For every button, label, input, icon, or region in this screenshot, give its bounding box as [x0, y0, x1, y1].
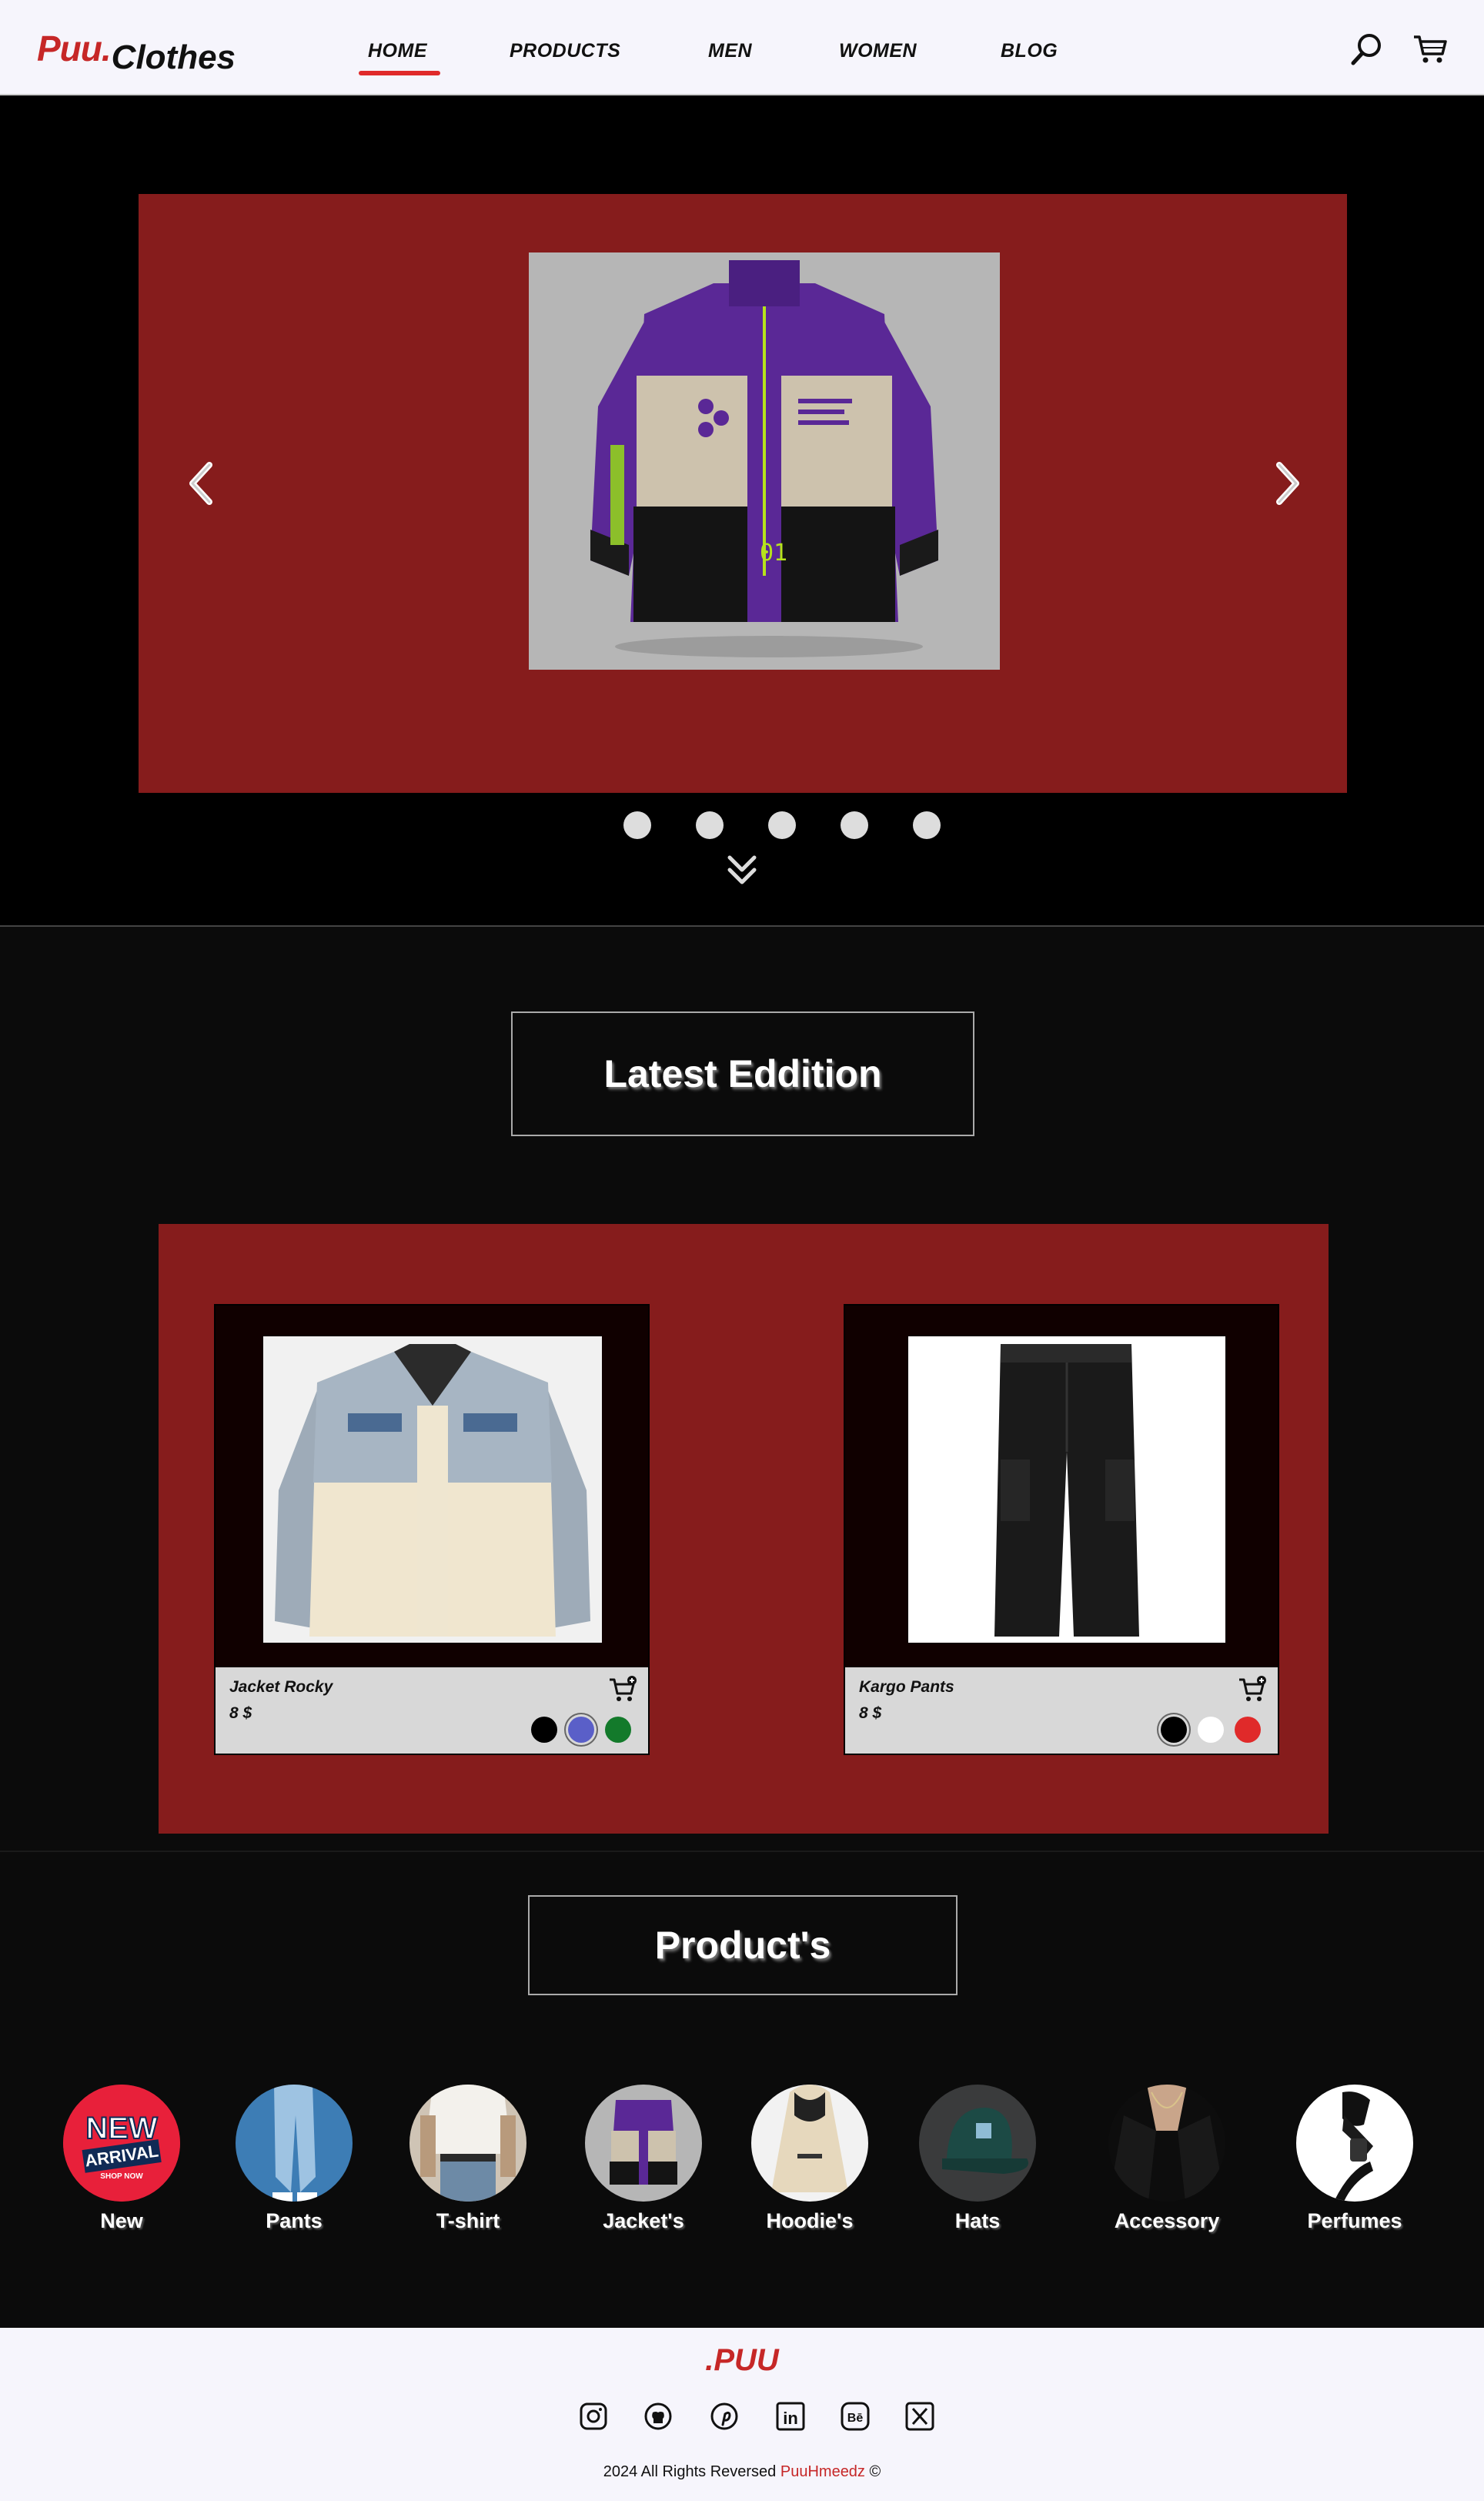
color-swatch-black[interactable]: [531, 1717, 557, 1743]
product-name[interactable]: Jacket Rocky: [229, 1678, 333, 1697]
carousel-dot-4[interactable]: [768, 811, 796, 839]
search-icon[interactable]: [1349, 31, 1385, 68]
copyright: 2024 All Rights Reversed PuuHmeedz ©: [0, 2463, 1484, 2481]
svg-text:Bē: Bē: [847, 2412, 864, 2425]
color-swatch-red[interactable]: [1235, 1717, 1261, 1743]
pants-image: [236, 2085, 353, 2202]
products-title: Product's: [654, 1924, 831, 1967]
product-image[interactable]: [908, 1336, 1225, 1643]
nav-women[interactable]: WOMEN: [839, 40, 917, 62]
copyright-text: 2024 All Rights Reversed: [603, 2463, 780, 2480]
carousel-dot-5[interactable]: [841, 811, 868, 839]
new-arrival-icon: NEW ARRIVAL SHOP NOW: [63, 2085, 180, 2202]
navbar: Puu.Clothes HOME PRODUCTS MEN WOMEN BLOG: [0, 0, 1484, 95]
product-card-jacket-rocky[interactable]: Jacket Rocky 8 $: [214, 1304, 650, 1755]
instagram-icon[interactable]: [577, 2400, 610, 2432]
color-swatch-black[interactable]: [1161, 1717, 1187, 1743]
category-label: Pants: [266, 2209, 323, 2232]
category-jackets[interactable]: Jacket's: [574, 2085, 713, 2233]
latest-title-box: Latest Eddition: [511, 1011, 974, 1136]
hero-carousel: 01: [139, 194, 1347, 839]
category-perfumes[interactable]: Perfumes: [1285, 2085, 1424, 2233]
carousel-prev-icon[interactable]: [179, 453, 225, 514]
hat-image: [919, 2085, 1036, 2202]
category-label: Hats: [954, 2209, 1001, 2232]
category-label: New: [100, 2209, 143, 2232]
latest-title: Latest Eddition: [603, 1052, 882, 1095]
copyright-icon: ©: [869, 2463, 881, 2480]
footer-logo[interactable]: .PUU: [0, 2343, 1484, 2378]
section-divider: [0, 1851, 1484, 1852]
brand-dot: .: [101, 28, 112, 69]
category-pants[interactable]: Pants: [225, 2085, 363, 2233]
product-price: 8 $: [859, 1704, 882, 1722]
scroll-down-icon[interactable]: [719, 847, 765, 893]
product-image[interactable]: [263, 1336, 602, 1643]
pinterest-icon[interactable]: [708, 2400, 740, 2432]
color-swatch-blue[interactable]: [568, 1717, 594, 1743]
brand-name: Puu: [37, 28, 102, 69]
hero-product-image[interactable]: 01: [529, 252, 1000, 670]
category-label: Jacket's: [603, 2209, 684, 2232]
add-to-cart-icon[interactable]: [1238, 1675, 1267, 1703]
footer: .PUU in Bē 2024 All Rights Reversed PuuH…: [0, 2328, 1484, 2501]
nav-active-indicator: [359, 71, 440, 75]
product-name[interactable]: Kargo Pants: [859, 1678, 954, 1697]
category-label: Hoodie's: [766, 2209, 854, 2232]
product-info: Kargo Pants 8 $: [845, 1667, 1278, 1754]
category-tshirt[interactable]: T-shirt: [399, 2085, 537, 2233]
copyright-brand-link[interactable]: PuuHmeedz: [780, 2463, 865, 2480]
brand-logo[interactable]: Puu.Clothes: [37, 28, 236, 76]
category-hats[interactable]: Hats: [908, 2085, 1047, 2233]
add-to-cart-icon[interactable]: [608, 1675, 637, 1703]
product-card-kargo-pants[interactable]: Kargo Pants 8 $: [844, 1304, 1279, 1755]
nav-home[interactable]: HOME: [368, 40, 427, 62]
brand-suffix: Clothes: [111, 38, 236, 76]
latest-panel: Jacket Rocky 8 $ Kargo Pants 8 $: [159, 1224, 1329, 1834]
svg-text:in: in: [783, 2409, 798, 2428]
carousel-next-icon[interactable]: [1264, 453, 1310, 514]
color-swatch-green[interactable]: [605, 1717, 631, 1743]
nav-products[interactable]: PRODUCTS: [510, 40, 620, 62]
category-accessory[interactable]: Accessory: [1098, 2085, 1236, 2233]
nav-blog[interactable]: BLOG: [1001, 40, 1058, 62]
hero-section: 01: [0, 95, 1484, 927]
category-hoodies[interactable]: Hoodie's: [740, 2085, 879, 2233]
perfume-image: [1296, 2085, 1413, 2202]
carousel-dot-3[interactable]: [696, 811, 724, 839]
products-title-box: Product's: [528, 1895, 958, 1995]
svg-text:01: 01: [760, 540, 787, 567]
tshirt-image: [409, 2085, 526, 2202]
behance-icon[interactable]: Bē: [839, 2400, 871, 2432]
color-swatch-white[interactable]: [1198, 1717, 1224, 1743]
github-icon[interactable]: [642, 2400, 674, 2432]
x-icon[interactable]: [904, 2400, 936, 2432]
carousel-dot-1[interactable]: [551, 811, 579, 839]
category-label: T-shirt: [436, 2209, 500, 2232]
carousel-dot-6[interactable]: [913, 811, 941, 839]
linkedin-icon[interactable]: in: [774, 2400, 807, 2432]
new-badge-line1: NEW: [85, 2111, 158, 2145]
nav-men[interactable]: MEN: [708, 40, 752, 62]
category-label: Accessory: [1114, 2209, 1220, 2232]
accessory-image: [1108, 2085, 1225, 2202]
category-label: Perfumes: [1307, 2209, 1402, 2232]
carousel-dot-2[interactable]: [623, 811, 651, 839]
hoodie-image: [751, 2085, 868, 2202]
product-price: 8 $: [229, 1704, 252, 1722]
product-info: Jacket Rocky 8 $: [216, 1667, 648, 1754]
jacket-image: [585, 2085, 702, 2202]
new-badge-line3: SHOP NOW: [100, 2172, 143, 2181]
cart-icon[interactable]: [1412, 31, 1449, 68]
category-new[interactable]: NEW ARRIVAL SHOP NOW New: [52, 2085, 191, 2233]
